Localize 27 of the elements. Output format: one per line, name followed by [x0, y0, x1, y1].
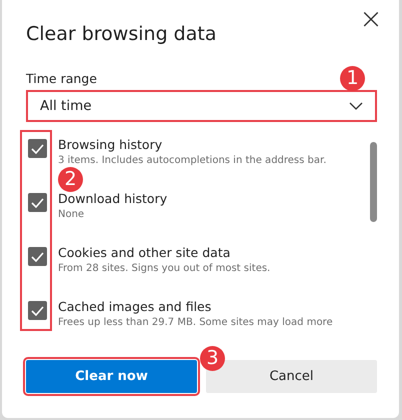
option-title: Download history	[58, 190, 168, 208]
checkmark-icon	[31, 252, 44, 262]
close-button[interactable]: ×	[357, 4, 385, 34]
checkbox[interactable]	[28, 301, 47, 320]
chevron-down-icon	[349, 102, 363, 110]
step-number-badge: 1	[340, 66, 365, 91]
checkmark-icon	[31, 198, 44, 208]
option-title: Browsing history	[58, 136, 164, 154]
time-range-dropdown[interactable]: All time	[26, 90, 377, 122]
option-description: From 28 sites. Signs you out of most sites.	[58, 262, 270, 276]
dropdown-value: All time	[40, 96, 92, 116]
option-description: Frees up less than 29.7 MB. Some sites may load more	[58, 316, 333, 330]
option-title: Cached images and files	[58, 298, 212, 316]
step-number-badge: 3	[200, 346, 225, 371]
checkbox[interactable]	[28, 193, 47, 212]
scrollbar-thumb[interactable]	[370, 142, 377, 222]
step-number-badge: 2	[58, 167, 83, 192]
option-description: 3 items. Includes autocompletions in the address bar.	[58, 154, 326, 168]
field-label: Time range	[26, 70, 97, 88]
option-title: Cookies and other site data	[58, 244, 232, 262]
dialog-title: Clear browsing data	[26, 23, 216, 47]
clear-now-button[interactable]: Clear now	[26, 360, 197, 393]
checkbox[interactable]	[28, 247, 47, 266]
checkbox[interactable]	[28, 139, 47, 158]
checkmark-icon	[31, 306, 44, 316]
option-description: None	[58, 208, 86, 222]
checkmark-icon	[31, 144, 44, 154]
